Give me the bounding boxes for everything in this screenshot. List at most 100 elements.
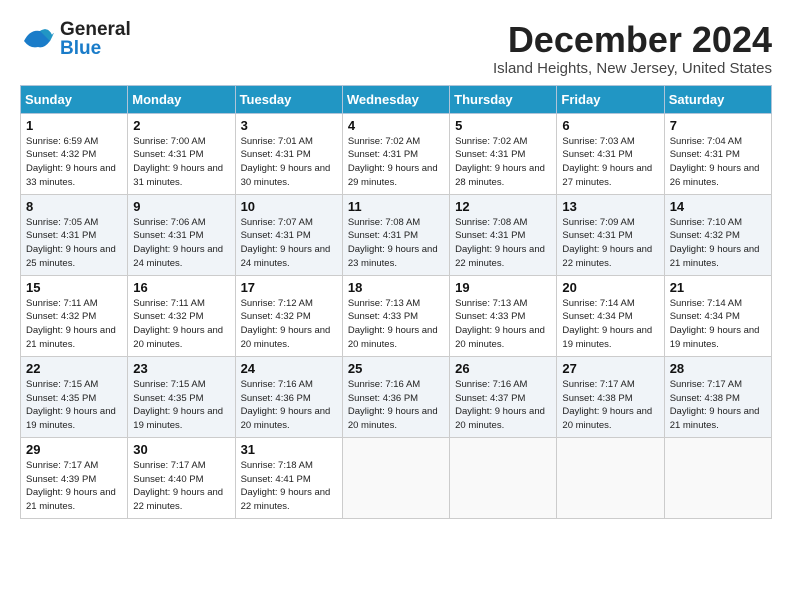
day-number: 18 <box>348 280 444 295</box>
table-row: 30Sunrise: 7:17 AM Sunset: 4:40 PM Dayli… <box>128 437 235 518</box>
col-sunday: Sunday <box>21 85 128 113</box>
table-row <box>557 437 664 518</box>
month-title: December 2024 <box>493 20 772 60</box>
day-number: 12 <box>455 199 551 214</box>
day-info: Sunrise: 7:04 AM Sunset: 4:31 PM Dayligh… <box>670 135 766 190</box>
day-info: Sunrise: 7:05 AM Sunset: 4:31 PM Dayligh… <box>26 216 122 271</box>
day-info: Sunrise: 7:03 AM Sunset: 4:31 PM Dayligh… <box>562 135 658 190</box>
day-number: 7 <box>670 118 766 133</box>
day-number: 30 <box>133 442 229 457</box>
day-info: Sunrise: 6:59 AM Sunset: 4:32 PM Dayligh… <box>26 135 122 190</box>
table-row: 15 Sunrise: 7:11 AM Sunset: 4:32 PM Dayli… <box>21 275 128 356</box>
day-info: Sunrise: 7:11 AM Sunset: 4:32 PM Dayligh… <box>133 297 229 352</box>
table-row: 4Sunrise: 7:02 AM Sunset: 4:31 PM Daylig… <box>342 113 449 194</box>
day-number: 10 <box>241 199 337 214</box>
logo-icon <box>20 21 56 57</box>
logo-general: General <box>60 20 131 39</box>
day-info: Sunrise: 7:17 AM Sunset: 4:38 PM Dayligh… <box>562 378 658 433</box>
day-info: Sunrise: 7:14 AM Sunset: 4:34 PM Dayligh… <box>562 297 658 352</box>
col-friday: Friday <box>557 85 664 113</box>
table-row: 18 Sunrise: 7:13 AM Sunset: 4:33 PM Dayli… <box>342 275 449 356</box>
table-row: 21 Sunrise: 7:14 AM Sunset: 4:34 PM Dayli… <box>664 275 771 356</box>
day-info: Sunrise: 7:00 AM Sunset: 4:31 PM Dayligh… <box>133 135 229 190</box>
day-info: Sunrise: 7:17 AM Sunset: 4:39 PM Dayligh… <box>26 459 122 514</box>
table-row: 9Sunrise: 7:06 AM Sunset: 4:31 PM Daylig… <box>128 194 235 275</box>
calendar-week-row: 15 Sunrise: 7:11 AM Sunset: 4:32 PM Dayli… <box>21 275 772 356</box>
day-number: 11 <box>348 199 444 214</box>
page-header: General Blue December 2024 Island Height… <box>20 20 772 77</box>
day-number: 28 <box>670 361 766 376</box>
day-number: 23 <box>133 361 229 376</box>
table-row: 24 Sunrise: 7:16 AM Sunset: 4:36 PM Dayli… <box>235 356 342 437</box>
day-info: Sunrise: 7:10 AM Sunset: 4:32 PM Dayligh… <box>670 216 766 271</box>
table-row: 5 Sunrise: 7:02 AM Sunset: 4:31 PM Daylig… <box>450 113 557 194</box>
day-info: Sunrise: 7:16 AM Sunset: 4:37 PM Dayligh… <box>455 378 551 433</box>
table-row: 25 Sunrise: 7:16 AM Sunset: 4:36 PM Dayli… <box>342 356 449 437</box>
table-row: 3Sunrise: 7:01 AM Sunset: 4:31 PM Daylig… <box>235 113 342 194</box>
day-info: Sunrise: 7:17 AM Sunset: 4:38 PM Dayligh… <box>670 378 766 433</box>
table-row: 12 Sunrise: 7:08 AM Sunset: 4:31 PM Dayli… <box>450 194 557 275</box>
col-saturday: Saturday <box>664 85 771 113</box>
day-number: 5 <box>455 118 551 133</box>
table-row: 14Sunrise: 7:10 AM Sunset: 4:32 PM Dayli… <box>664 194 771 275</box>
table-row: 26 Sunrise: 7:16 AM Sunset: 4:37 PM Dayli… <box>450 356 557 437</box>
day-number: 2 <box>133 118 229 133</box>
col-monday: Monday <box>128 85 235 113</box>
table-row: 27 Sunrise: 7:17 AM Sunset: 4:38 PM Dayli… <box>557 356 664 437</box>
calendar-week-row: 1Sunrise: 6:59 AM Sunset: 4:32 PM Daylig… <box>21 113 772 194</box>
day-number: 13 <box>562 199 658 214</box>
day-number: 24 <box>241 361 337 376</box>
table-row: 13 Sunrise: 7:09 AM Sunset: 4:31 PM Dayli… <box>557 194 664 275</box>
day-number: 20 <box>562 280 658 295</box>
calendar-table: Sunday Monday Tuesday Wednesday Thursday… <box>20 85 772 519</box>
table-row: 10Sunrise: 7:07 AM Sunset: 4:31 PM Dayli… <box>235 194 342 275</box>
logo-blue: Blue <box>60 39 131 58</box>
title-area: December 2024 Island Heights, New Jersey… <box>493 20 772 77</box>
col-wednesday: Wednesday <box>342 85 449 113</box>
day-info: Sunrise: 7:08 AM Sunset: 4:31 PM Dayligh… <box>455 216 551 271</box>
day-number: 31 <box>241 442 337 457</box>
location-title: Island Heights, New Jersey, United State… <box>493 60 772 77</box>
day-number: 4 <box>348 118 444 133</box>
day-info: Sunrise: 7:15 AM Sunset: 4:35 PM Dayligh… <box>26 378 122 433</box>
col-tuesday: Tuesday <box>235 85 342 113</box>
day-info: Sunrise: 7:11 AM Sunset: 4:32 PM Dayligh… <box>26 297 122 352</box>
day-info: Sunrise: 7:14 AM Sunset: 4:34 PM Dayligh… <box>670 297 766 352</box>
day-info: Sunrise: 7:13 AM Sunset: 4:33 PM Dayligh… <box>348 297 444 352</box>
table-row: 31 Sunrise: 7:18 AM Sunset: 4:41 PM Dayli… <box>235 437 342 518</box>
day-info: Sunrise: 7:18 AM Sunset: 4:41 PM Dayligh… <box>241 459 337 514</box>
day-info: Sunrise: 7:13 AM Sunset: 4:33 PM Dayligh… <box>455 297 551 352</box>
table-row: 17Sunrise: 7:12 AM Sunset: 4:32 PM Dayli… <box>235 275 342 356</box>
table-row: 22Sunrise: 7:15 AM Sunset: 4:35 PM Dayli… <box>21 356 128 437</box>
day-number: 17 <box>241 280 337 295</box>
day-info: Sunrise: 7:08 AM Sunset: 4:31 PM Dayligh… <box>348 216 444 271</box>
day-number: 19 <box>455 280 551 295</box>
table-row: 2 Sunrise: 7:00 AM Sunset: 4:31 PM Daylig… <box>128 113 235 194</box>
logo-text: General Blue <box>60 20 131 58</box>
logo: General Blue <box>20 20 131 58</box>
day-info: Sunrise: 7:16 AM Sunset: 4:36 PM Dayligh… <box>241 378 337 433</box>
day-number: 26 <box>455 361 551 376</box>
col-thursday: Thursday <box>450 85 557 113</box>
calendar-week-row: 22Sunrise: 7:15 AM Sunset: 4:35 PM Dayli… <box>21 356 772 437</box>
day-info: Sunrise: 7:02 AM Sunset: 4:31 PM Dayligh… <box>455 135 551 190</box>
day-info: Sunrise: 7:15 AM Sunset: 4:35 PM Dayligh… <box>133 378 229 433</box>
table-row <box>342 437 449 518</box>
table-row: 20 Sunrise: 7:14 AM Sunset: 4:34 PM Dayli… <box>557 275 664 356</box>
calendar-week-row: 8 Sunrise: 7:05 AM Sunset: 4:31 PM Daylig… <box>21 194 772 275</box>
table-row: 19 Sunrise: 7:13 AM Sunset: 4:33 PM Dayli… <box>450 275 557 356</box>
day-number: 8 <box>26 199 122 214</box>
day-info: Sunrise: 7:16 AM Sunset: 4:36 PM Dayligh… <box>348 378 444 433</box>
day-number: 27 <box>562 361 658 376</box>
day-info: Sunrise: 7:09 AM Sunset: 4:31 PM Dayligh… <box>562 216 658 271</box>
table-row: 23 Sunrise: 7:15 AM Sunset: 4:35 PM Dayli… <box>128 356 235 437</box>
calendar-header-row: Sunday Monday Tuesday Wednesday Thursday… <box>21 85 772 113</box>
day-number: 6 <box>562 118 658 133</box>
day-number: 25 <box>348 361 444 376</box>
table-row: 16 Sunrise: 7:11 AM Sunset: 4:32 PM Dayli… <box>128 275 235 356</box>
day-number: 21 <box>670 280 766 295</box>
day-number: 16 <box>133 280 229 295</box>
table-row: 28 Sunrise: 7:17 AM Sunset: 4:38 PM Dayli… <box>664 356 771 437</box>
calendar-week-row: 29Sunrise: 7:17 AM Sunset: 4:39 PM Dayli… <box>21 437 772 518</box>
day-number: 15 <box>26 280 122 295</box>
